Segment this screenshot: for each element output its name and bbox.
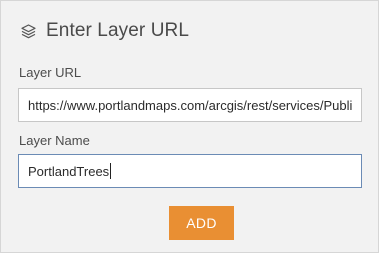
text-cursor bbox=[110, 163, 112, 179]
layer-name-value: PortlandTrees bbox=[28, 163, 110, 179]
enter-layer-url-panel: Enter Layer URL Layer URL https://www.po… bbox=[0, 0, 379, 253]
layer-url-value: https://www.portlandmaps.com/arcgis/rest… bbox=[28, 97, 352, 113]
layer-name-input[interactable]: PortlandTrees bbox=[18, 154, 362, 188]
layer-url-input[interactable]: https://www.portlandmaps.com/arcgis/rest… bbox=[18, 88, 362, 122]
layer-name-label: Layer Name bbox=[19, 133, 90, 148]
layers-icon bbox=[19, 22, 37, 40]
panel-header: Enter Layer URL bbox=[19, 18, 189, 44]
layer-url-label: Layer URL bbox=[19, 65, 82, 80]
add-button[interactable]: ADD bbox=[169, 206, 234, 240]
panel-title: Enter Layer URL bbox=[46, 20, 190, 41]
